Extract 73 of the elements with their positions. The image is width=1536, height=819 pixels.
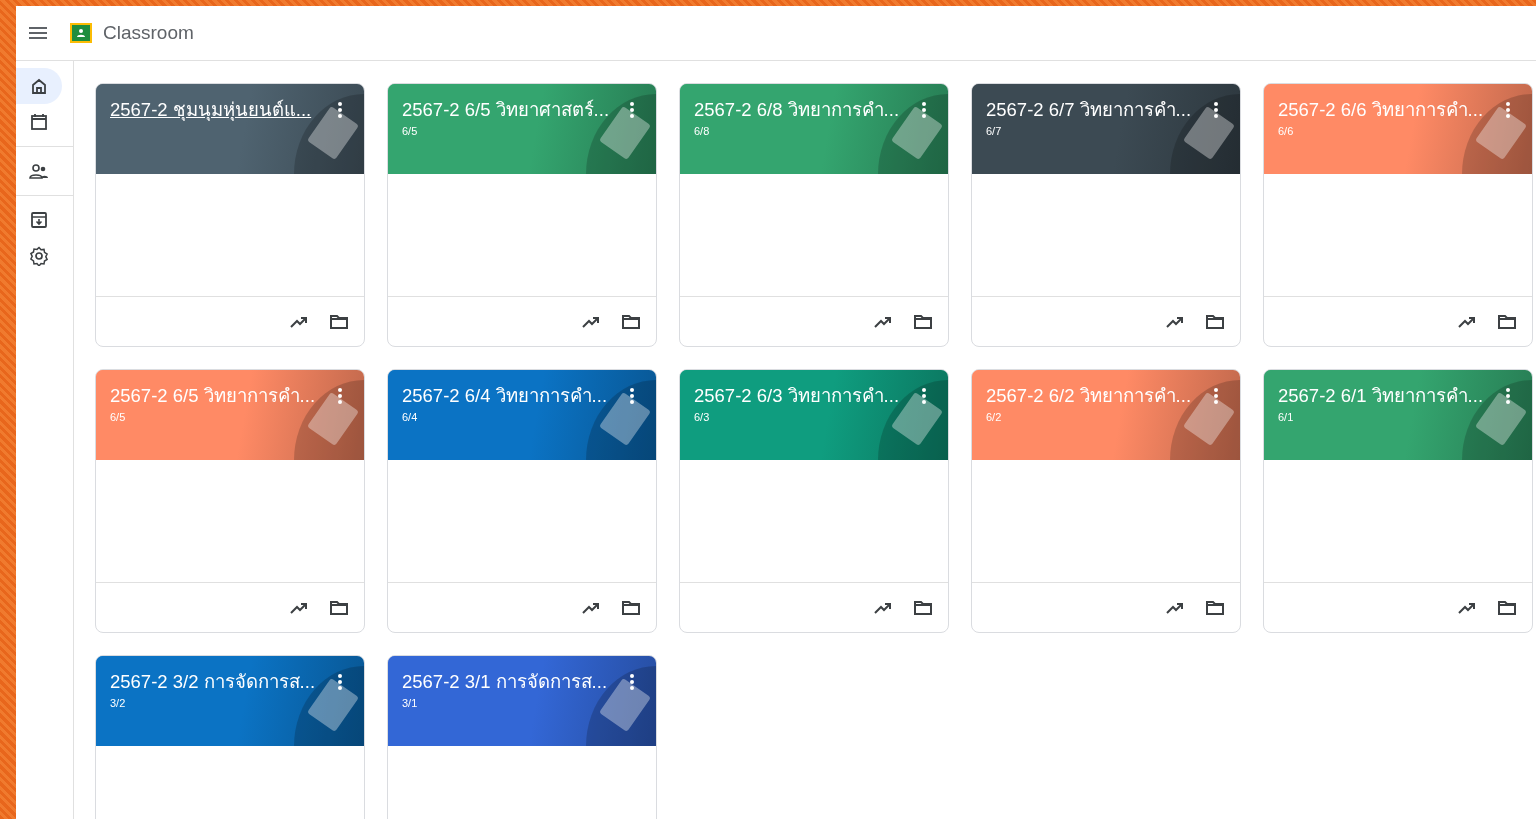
more-options-icon[interactable] xyxy=(630,388,634,404)
more-options-icon[interactable] xyxy=(922,388,926,404)
folder-icon[interactable] xyxy=(1206,601,1224,615)
class-title[interactable]: 2567-2 6/4 วิทยาการคำ... xyxy=(402,384,608,408)
class-title[interactable]: 2567-2 3/2 การจัดการส... xyxy=(110,670,316,694)
class-section: 6/3 xyxy=(694,411,934,423)
class-title[interactable]: 2567-2 ชุมนุมหุ่นยนต์แ... xyxy=(110,98,312,122)
class-title[interactable]: 2567-2 6/5 วิทยาการคำ... xyxy=(110,384,316,408)
calendar-icon xyxy=(30,113,48,131)
class-section: 6/2 xyxy=(986,411,1226,423)
class-section: 3/2 xyxy=(110,697,350,709)
class-banner[interactable]: 2567-2 6/7 วิทยาการคำ... 6/7 xyxy=(972,84,1240,174)
class-title[interactable]: 2567-2 6/1 วิทยาการคำ... xyxy=(1278,384,1484,408)
more-options-icon[interactable] xyxy=(338,674,342,690)
trending-up-icon[interactable] xyxy=(290,316,308,328)
trending-up-icon[interactable] xyxy=(874,602,892,614)
class-section: 6/1 xyxy=(1278,411,1518,423)
trending-up-icon[interactable] xyxy=(1458,316,1476,328)
class-banner[interactable]: 2567-2 6/4 วิทยาการคำ... 6/4 xyxy=(388,370,656,460)
class-title[interactable]: 2567-2 6/6 วิทยาการคำ... xyxy=(1278,98,1484,122)
folder-icon[interactable] xyxy=(622,315,640,329)
class-title[interactable]: 2567-2 6/5 วิทยาศาสตร์... xyxy=(402,98,610,122)
more-options-icon[interactable] xyxy=(338,102,342,118)
trending-up-icon[interactable] xyxy=(582,316,600,328)
class-section: 6/5 xyxy=(402,125,642,137)
class-title[interactable]: 2567-2 6/2 วิทยาการคำ... xyxy=(986,384,1192,408)
more-options-icon[interactable] xyxy=(1214,102,1218,118)
class-banner[interactable]: 2567-2 3/2 การจัดการส... 3/2 xyxy=(96,656,364,746)
more-options-icon[interactable] xyxy=(1506,388,1510,404)
class-title[interactable]: 2567-2 6/8 วิทยาการคำ... xyxy=(694,98,900,122)
folder-icon[interactable] xyxy=(622,601,640,615)
class-banner[interactable]: 2567-2 6/6 วิทยาการคำ... 6/6 xyxy=(1264,84,1532,174)
more-options-icon[interactable] xyxy=(922,102,926,118)
home-icon xyxy=(30,77,48,95)
folder-icon[interactable] xyxy=(330,601,348,615)
more-options-icon[interactable] xyxy=(630,674,634,690)
folder-icon[interactable] xyxy=(1206,315,1224,329)
trending-up-icon[interactable] xyxy=(1458,602,1476,614)
more-options-icon[interactable] xyxy=(630,102,634,118)
class-banner[interactable]: 2567-2 6/8 วิทยาการคำ... 6/8 xyxy=(680,84,948,174)
trending-up-icon[interactable] xyxy=(874,316,892,328)
app-title: Classroom xyxy=(103,22,194,44)
folder-icon[interactable] xyxy=(914,601,932,615)
class-banner[interactable]: 2567-2 ชุมนุมหุ่นยนต์แ... xyxy=(96,84,364,174)
class-banner[interactable]: 2567-2 6/5 วิทยาการคำ... 6/5 xyxy=(96,370,364,460)
classroom-logo-icon xyxy=(70,23,92,43)
class-section: 6/6 xyxy=(1278,125,1518,137)
class-title[interactable]: 2567-2 3/1 การจัดการส... xyxy=(402,670,608,694)
class-banner[interactable]: 2567-2 3/1 การจัดการส... 3/1 xyxy=(388,656,656,746)
class-title[interactable]: 2567-2 6/3 วิทยาการคำ... xyxy=(694,384,900,408)
class-banner[interactable]: 2567-2 6/3 วิทยาการคำ... 6/3 xyxy=(680,370,948,460)
class-banner[interactable]: 2567-2 6/5 วิทยาศาสตร์... 6/5 xyxy=(388,84,656,174)
sidebar-item[interactable] xyxy=(16,68,62,104)
trending-up-icon[interactable] xyxy=(290,602,308,614)
class-banner[interactable]: 2567-2 6/1 วิทยาการคำ... 6/1 xyxy=(1264,370,1532,460)
folder-icon[interactable] xyxy=(330,315,348,329)
class-section: 3/1 xyxy=(402,697,642,709)
class-section: 6/7 xyxy=(986,125,1226,137)
settings-icon xyxy=(29,246,49,266)
class-section: 6/4 xyxy=(402,411,642,423)
people-icon xyxy=(29,163,49,179)
folder-icon[interactable] xyxy=(1498,601,1516,615)
trending-up-icon[interactable] xyxy=(1166,316,1184,328)
folder-icon[interactable] xyxy=(1498,315,1516,329)
archive-icon xyxy=(30,211,48,229)
class-section: 6/5 xyxy=(110,411,350,423)
trending-up-icon[interactable] xyxy=(582,602,600,614)
folder-icon[interactable] xyxy=(914,315,932,329)
class-section: 6/8 xyxy=(694,125,934,137)
trending-up-icon[interactable] xyxy=(1166,602,1184,614)
class-title[interactable]: 2567-2 6/7 วิทยาการคำ... xyxy=(986,98,1192,122)
menu-icon[interactable] xyxy=(29,27,47,39)
class-banner[interactable]: 2567-2 6/2 วิทยาการคำ... 6/2 xyxy=(972,370,1240,460)
